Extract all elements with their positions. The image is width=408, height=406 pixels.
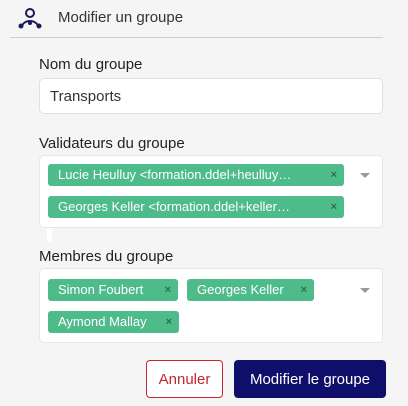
group-name-input[interactable]: [39, 78, 383, 114]
members-label: Membres du groupe: [39, 248, 174, 265]
member-tag: Georges Keller ×: [187, 279, 314, 301]
remove-tag-icon[interactable]: ×: [165, 279, 171, 301]
validator-tag: Georges Keller <formation.ddel+keller… ×: [48, 196, 344, 218]
member-tag: Simon Foubert ×: [48, 279, 178, 301]
validators-select[interactable]: Lucie Heulluy <formation.ddel+heulluy… ×…: [39, 155, 383, 228]
member-tag-label: Simon Foubert: [58, 282, 144, 297]
group-icon: [18, 8, 42, 29]
validator-tag-label: Georges Keller <formation.ddel+keller…: [58, 199, 290, 214]
select-connector: [47, 228, 52, 242]
validators-label: Validateurs du groupe: [39, 135, 185, 152]
remove-tag-icon[interactable]: ×: [331, 164, 337, 186]
submit-button[interactable]: Modifier le groupe: [234, 360, 386, 398]
remove-tag-icon[interactable]: ×: [301, 279, 307, 301]
cancel-button[interactable]: Annuler: [146, 360, 223, 398]
chevron-down-icon[interactable]: [360, 288, 370, 293]
validator-tag: Lucie Heulluy <formation.ddel+heulluy… ×: [48, 164, 344, 186]
modal-header: Modifier un groupe: [10, 0, 383, 38]
member-tag-label: Georges Keller: [197, 282, 284, 297]
members-select[interactable]: Simon Foubert × Georges Keller × Aymond …: [39, 268, 383, 343]
modal-title: Modifier un groupe: [58, 9, 184, 26]
chevron-down-icon[interactable]: [360, 173, 370, 178]
remove-tag-icon[interactable]: ×: [331, 196, 337, 218]
member-tag-label: Aymond Mallay: [58, 314, 147, 329]
member-tag: Aymond Mallay ×: [48, 311, 179, 333]
group-name-label: Nom du groupe: [39, 56, 143, 73]
remove-tag-icon[interactable]: ×: [166, 311, 172, 333]
validator-tag-label: Lucie Heulluy <formation.ddel+heulluy…: [58, 167, 292, 182]
